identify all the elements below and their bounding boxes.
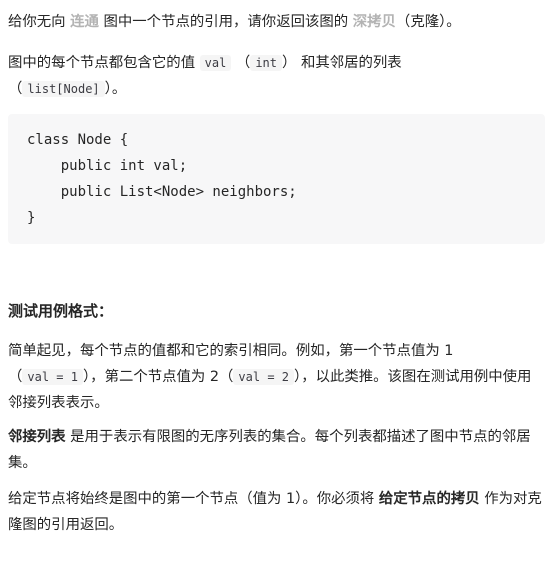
- list-node-code: list[Node]: [22, 81, 105, 97]
- intro-text-1: 给你无向: [8, 14, 71, 30]
- code-line: public List<Node> neighbors;: [27, 184, 297, 200]
- simple-text-2: （: [8, 369, 23, 385]
- simple-text-3: ），第二个节点值为 2（: [82, 369, 234, 385]
- connected-link[interactable]: 连通: [70, 14, 99, 30]
- node-desc-text-1: 图中的每个节点都包含它的值: [8, 55, 200, 71]
- given-text-1: 给定节点将始终是图中的第一个节点（值为 1）。你必须将: [8, 491, 379, 507]
- intro-text-2: 图中一个节点的引用，请你返回该图的: [98, 14, 353, 30]
- val-2-code: val = 2: [233, 369, 294, 385]
- code-line: public int val;: [27, 158, 188, 174]
- deep-copy-link[interactable]: 深拷贝: [353, 14, 396, 30]
- intro-text-3: （克隆）。: [395, 14, 461, 30]
- given-node-paragraph: 给定节点将始终是图中的第一个节点（值为 1）。你必须将 给定节点的拷贝 作为对克…: [8, 486, 545, 538]
- code-line: class Node {: [27, 132, 129, 148]
- val-1-code: val = 1: [22, 369, 83, 385]
- node-desc-text-5: ）。: [104, 81, 127, 97]
- adjacency-list-paragraph: 邻接列表 是用于表示有限图的无序列表的集合。每个列表都描述了图中节点的邻居集。: [8, 424, 545, 476]
- given-node-copy-term: 给定节点的拷贝: [378, 491, 480, 507]
- node-desc-text-2: （: [231, 55, 251, 71]
- simple-explanation-paragraph: 简单起见，每个节点的值都和它的索引相同。例如，第一个节点值为 1 （val = 1…: [8, 338, 545, 416]
- val-code: val: [199, 55, 232, 71]
- int-code: int: [250, 55, 282, 71]
- simple-text-1: 简单起见，每个节点的值都和它的索引相同。例如，第一个节点值为 1: [8, 343, 454, 359]
- intro-paragraph: 给你无向 连通 图中一个节点的引用，请你返回该图的 深拷贝（克隆）。: [8, 9, 545, 35]
- node-class-code-block: class Node { public int val; public List…: [8, 114, 545, 244]
- test-case-heading: 测试用例格式：: [8, 302, 114, 320]
- adjacency-list-term: 邻接列表: [8, 429, 66, 445]
- node-desc-text-4: （: [8, 81, 23, 97]
- code-line: }: [27, 210, 36, 226]
- node-desc-text-3: ） 和其邻居的列表: [282, 55, 402, 71]
- adjacency-text: 是用于表示有限图的无序列表的集合。每个列表都描述了图中节点的邻居集。: [8, 429, 531, 471]
- node-description-paragraph: 图中的每个节点都包含它的值 val （int） 和其邻居的列表（list[Nod…: [8, 50, 545, 102]
